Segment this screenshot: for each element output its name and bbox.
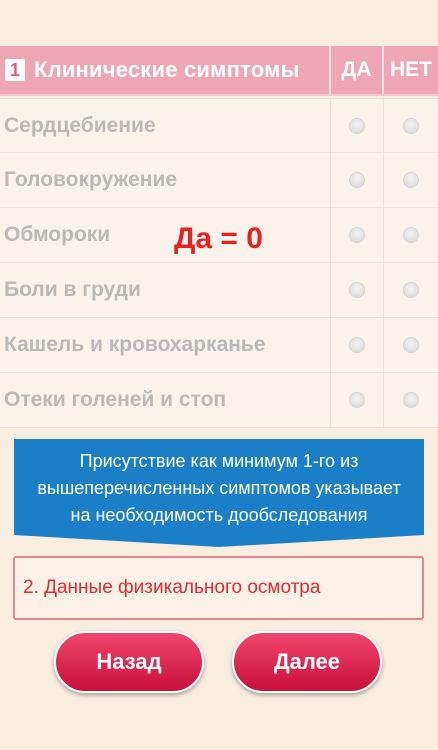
yes-count-result: Да = 0: [174, 222, 263, 255]
no-radio[interactable]: [403, 337, 419, 353]
yes-cell: [331, 99, 384, 152]
no-cell: [384, 318, 438, 372]
no-radio[interactable]: [403, 392, 419, 408]
symptom-row-cough: Кашель и кровохарканье: [0, 318, 438, 373]
symptom-label: Головокружение: [0, 153, 331, 207]
info-line-1: Присутствие как минимум 1-го из: [79, 451, 359, 471]
yes-radio[interactable]: [349, 392, 365, 408]
symptom-row-dizziness: Головокружение: [0, 153, 438, 208]
no-radio[interactable]: [403, 117, 419, 134]
no-radio[interactable]: [403, 227, 419, 243]
symptom-label: Сердцебиение: [0, 99, 331, 152]
no-cell: [384, 153, 438, 207]
section-title: Клинические симптомы: [34, 57, 300, 82]
no-cell: [384, 99, 438, 152]
symptom-row-edema: Отеки голеней и стоп: [0, 373, 438, 428]
symptom-row-chest-pain: Боли в груди: [0, 263, 438, 318]
no-radio[interactable]: [403, 282, 419, 298]
no-radio[interactable]: [403, 172, 419, 188]
info-banner: Присутствие как минимум 1-го из вышепере…: [14, 439, 424, 535]
column-header-yes: ДА: [331, 46, 384, 94]
section-header: 1 Клинические симптомы ДА НЕТ: [0, 46, 438, 96]
column-header-no: НЕТ: [390, 58, 432, 81]
info-line-3: на необходимость дообследования: [70, 505, 368, 525]
yes-cell: [331, 153, 384, 207]
yes-radio[interactable]: [349, 282, 365, 298]
yes-cell: [331, 263, 384, 317]
info-line-2: вышеперечисленных симптомов указывает: [37, 478, 401, 498]
yes-radio[interactable]: [349, 172, 365, 188]
section-number-badge: 1: [5, 59, 25, 81]
yes-radio[interactable]: [349, 227, 365, 243]
back-button[interactable]: Назад: [54, 631, 204, 693]
top-background: [0, 0, 438, 46]
info-banner-arrow: [14, 535, 424, 547]
yes-radio[interactable]: [349, 337, 365, 353]
yes-cell: [331, 208, 384, 262]
no-cell: [384, 373, 438, 427]
symptom-label: Отеки голеней и стоп: [0, 373, 331, 427]
no-cell: [384, 208, 438, 262]
symptom-row-palpitations: Сердцебиение: [0, 98, 438, 153]
symptoms-table: Сердцебиение Головокружение Обмороки Бол…: [0, 98, 438, 428]
yes-cell: [331, 318, 384, 372]
symptom-label: Кашель и кровохарканье: [0, 318, 331, 372]
no-cell: [384, 263, 438, 317]
header-title-cell: 1 Клинические симптомы: [0, 46, 331, 94]
next-section-link[interactable]: 2. Данные физикального осмотра: [13, 556, 424, 620]
next-button[interactable]: Далее: [232, 631, 382, 693]
yes-cell: [331, 373, 384, 427]
symptom-label: Обмороки: [0, 208, 331, 262]
symptom-label: Боли в груди: [0, 263, 331, 317]
yes-radio[interactable]: [349, 117, 365, 134]
